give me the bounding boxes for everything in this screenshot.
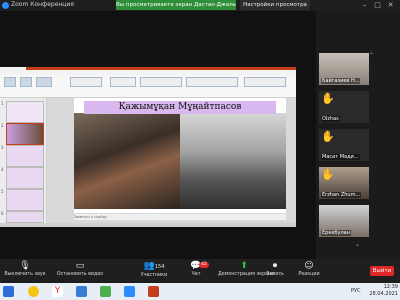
raised-hand-icon: ✋ [321, 92, 335, 105]
thumbnail-number: 2 [1, 123, 4, 128]
reactions-icon: ☺ [304, 261, 314, 271]
mute-button[interactable]: 🎙 Выключить звук [2, 261, 48, 281]
slide-notes[interactable]: Заметки к слайду [74, 214, 286, 220]
stop-video-button[interactable]: ▭ Остановить видео [52, 261, 108, 281]
current-slide[interactable]: Қажымұқан Мұңайтпасов [74, 98, 286, 213]
slide-thumbnail[interactable] [6, 145, 44, 167]
maximize-button[interactable]: □ [373, 1, 382, 10]
chat-badge: 42 [199, 262, 209, 268]
new-slide-icon[interactable] [20, 77, 32, 87]
participants-button[interactable]: 👥154 Участники [136, 261, 172, 281]
thumbnail-number: 5 [1, 189, 4, 194]
ppt-status-bar [0, 223, 296, 227]
participant-tile[interactable]: ✋ Olzhas [319, 91, 369, 123]
record-label: Запись [266, 272, 284, 277]
camera-icon: ▭ [75, 261, 85, 271]
participants-icon: 👥154 [143, 261, 165, 271]
yandex-icon[interactable]: Y [52, 286, 63, 297]
slide-editing-area: Қажымұқан Мұңайтпасов Заметки к слайду [47, 98, 296, 223]
participants-count: 154 [154, 264, 165, 270]
slide-thumbnail[interactable] [6, 167, 44, 189]
paragraph-box[interactable] [110, 77, 136, 87]
slide-title: Қажымұқан Мұңайтпасов [118, 102, 242, 112]
participant-name: Байгазиев Н... [321, 78, 361, 84]
portrait-photo [180, 113, 286, 209]
slide-thumbnail[interactable] [6, 189, 44, 211]
close-button[interactable]: ✕ [386, 1, 395, 10]
emoji-app-icon[interactable] [28, 286, 39, 297]
powerpoint-taskbar-icon[interactable] [148, 286, 159, 297]
ppt-accent-bar [26, 67, 296, 70]
drawing-box[interactable] [140, 77, 182, 87]
clock-date: 28.04.2021 [369, 291, 398, 297]
record-icon: ⏺ [272, 261, 278, 271]
language-indicator[interactable]: РУС [351, 288, 361, 294]
zoom-logo-icon [2, 2, 9, 9]
slide-thumbnail[interactable] [6, 211, 44, 223]
windows-taskbar: Y [0, 283, 400, 300]
ppt-ribbon [0, 75, 296, 98]
participant-name: Еркебулан [321, 230, 352, 236]
thumbnail-number: 1 [1, 101, 4, 106]
font-box[interactable] [70, 77, 102, 87]
participant-tile[interactable]: ✋ Erzhan Zhum... [319, 167, 369, 199]
zoom-titlebar: Zoom Конференция Вы просматриваете экран… [0, 0, 400, 11]
gallery-scroll-down[interactable]: ⌄ [355, 241, 360, 248]
chat-label: Чат [191, 272, 201, 277]
layout-icon[interactable] [36, 77, 52, 87]
end-meeting-button[interactable]: Выйти [370, 266, 394, 276]
participant-gallery: Байгазиев Н... ✋ Olzhas ✋ Масат Мәди... … [316, 50, 400, 250]
start-icon[interactable] [3, 286, 14, 297]
app-icon[interactable] [100, 286, 111, 297]
participant-tile[interactable]: Байгазиев Н... [319, 53, 369, 85]
window-title: Zoom Конференция [11, 1, 74, 8]
participant-tile[interactable]: Еркебулан [319, 205, 369, 237]
stop-video-label: Остановить видео [56, 272, 104, 277]
thumbnail-number: 6 [1, 211, 4, 216]
thumbnail-number: 4 [1, 167, 4, 172]
styles-box[interactable] [186, 77, 238, 87]
reactions-label: Реакции [298, 272, 320, 277]
thumbnail-number: 3 [1, 145, 4, 150]
paste-icon[interactable] [4, 77, 16, 87]
raised-hand-icon: ✋ [321, 168, 335, 181]
view-options-button[interactable]: Настройки просмотра [240, 0, 310, 10]
microphone-icon: 🎙 [19, 261, 31, 271]
editing-box[interactable] [244, 77, 286, 87]
wrestling-photo [74, 113, 180, 209]
participants-label: Участники [140, 273, 168, 278]
slide-thumbnails: 1 2 3 4 5 6 [0, 98, 47, 223]
powerpoint-window: 1 2 3 4 5 6 Қажымұқан Мұңайтпасов Заметк… [0, 67, 296, 227]
participant-name: Масат Мәди... [321, 154, 360, 160]
slide-title-bar: Қажымұқан Мұңайтпасов [84, 101, 276, 114]
zoom-taskbar-icon[interactable] [124, 286, 135, 297]
reactions-button[interactable]: ☺ Реакции [296, 261, 322, 281]
mute-label: Выключить звук [4, 272, 46, 277]
minimize-button[interactable]: – [360, 1, 369, 10]
raised-hand-icon: ✋ [321, 130, 335, 143]
participant-tile[interactable]: ✋ Масат Мәди... [319, 129, 369, 161]
slide-thumbnail[interactable] [6, 101, 44, 123]
share-banner: Вы просматриваете экран Дастан Джальсынб… [116, 0, 236, 10]
clock-time: 12:39 [383, 284, 398, 290]
participant-name: Olzhas [321, 116, 340, 122]
slide-thumbnail[interactable] [6, 123, 44, 145]
app-icon[interactable] [76, 286, 87, 297]
participant-name: Erzhan Zhum... [321, 192, 362, 198]
record-button[interactable]: ⏺ Запись [262, 261, 288, 281]
gallery-scroll-up[interactable]: ⌃ [369, 52, 374, 59]
